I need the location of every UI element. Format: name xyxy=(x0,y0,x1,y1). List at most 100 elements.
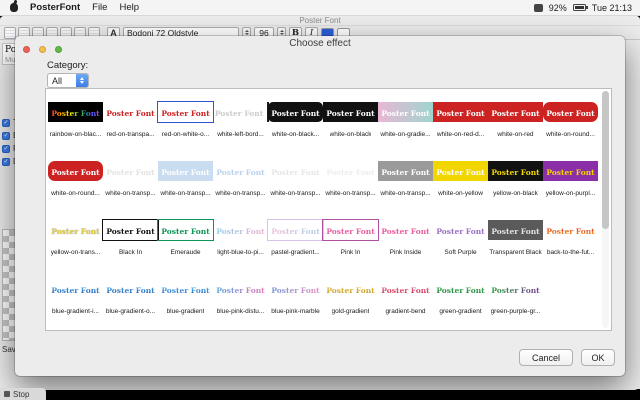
effect-item[interactable]: Poster Font white-on-black xyxy=(323,91,378,150)
effect-item[interactable]: Poster Font white-on-black... xyxy=(268,91,323,150)
effect-label: Black In xyxy=(118,249,143,256)
effect-item[interactable]: Poster Font white-on-yellow xyxy=(433,150,488,209)
effect-sample-text: Poster Font xyxy=(271,285,320,295)
effect-preview-box: Poster Font xyxy=(103,102,157,122)
effect-item[interactable]: Poster Font green-gradient xyxy=(433,268,488,327)
effect-item[interactable]: Poster Font blue-pink-distu... xyxy=(213,268,268,327)
effect-preview-box: Poster Font xyxy=(322,218,379,242)
effect-preview-box: Poster Font xyxy=(323,101,378,123)
effect-item[interactable]: Poster Font white-on-transp... xyxy=(378,150,433,209)
effect-preview-box: Poster Font xyxy=(488,101,543,123)
effect-item[interactable]: Poster Font light-blue-to-pi... xyxy=(213,209,268,268)
effect-item[interactable]: Poster Font yellow-on-purpl... xyxy=(543,150,598,209)
effect-item[interactable]: Poster Font gold-gradient xyxy=(323,268,378,327)
effect-sample-text: Poster Font xyxy=(216,285,265,295)
effect-preview: Poster Font xyxy=(322,213,379,247)
effect-preview-box: Poster Font xyxy=(268,279,322,299)
effect-preview: Poster Font xyxy=(378,154,433,188)
effect-preview-box: Poster Font xyxy=(433,160,488,182)
effect-preview: Poster Font xyxy=(157,95,214,129)
effect-item[interactable]: Poster Font yellow-on-black xyxy=(488,150,543,209)
category-value: All xyxy=(52,75,63,86)
effect-item[interactable]: Poster Font red-on-transpa... xyxy=(103,91,158,150)
effect-item[interactable]: Poster Font Pink In xyxy=(322,209,379,268)
new-document-icon[interactable] xyxy=(4,26,16,39)
effect-item[interactable]: Poster Font white-on-gradie... xyxy=(378,91,433,150)
effect-preview-box: Poster Font xyxy=(103,279,157,299)
effect-label: white-on-round... xyxy=(546,131,595,138)
battery-icon[interactable] xyxy=(572,4,588,11)
effect-item[interactable]: Poster Font white-on-round... xyxy=(543,91,598,150)
menu-bar-left: PosterFont File Help xyxy=(0,2,151,13)
effect-label: white-on-red-d... xyxy=(436,131,485,138)
vertical-scrollbar[interactable] xyxy=(602,91,609,328)
effect-item[interactable]: Poster Font blue-gradient xyxy=(158,268,213,327)
effect-label: white-on-round... xyxy=(51,190,100,197)
effect-sample-text: Poster Font xyxy=(491,226,540,236)
effects-panel: Poster Font rainbow-on-blac... Poster Font… xyxy=(45,88,612,331)
effect-preview: Poster Font xyxy=(488,272,542,306)
checkbox[interactable]: ✓ xyxy=(2,157,10,166)
menu-help[interactable]: Help xyxy=(119,2,139,13)
effect-preview-box: Poster Font xyxy=(102,218,159,242)
effect-item[interactable]: Poster Font white-on-transp... xyxy=(323,150,378,209)
effect-item[interactable]: Poster Font white-left-bord... xyxy=(212,91,270,150)
effect-sample-text: Poster Font xyxy=(161,167,210,177)
effect-label: white-on-transp... xyxy=(380,190,431,197)
effect-item[interactable]: Poster Font blue-pink-marble xyxy=(268,268,323,327)
effect-preview-box: Poster Font xyxy=(433,220,487,240)
effect-item[interactable]: Poster Font white-on-red-d... xyxy=(433,91,488,150)
effect-item[interactable]: Poster Font white-on-red xyxy=(488,91,543,150)
scrollbar-thumb[interactable] xyxy=(602,91,609,229)
effect-item[interactable]: Poster Font white-on-transp... xyxy=(268,150,323,209)
effect-item[interactable]: Poster Font white-on-transp... xyxy=(213,150,268,209)
effect-item[interactable]: Poster Font white-on-round... xyxy=(48,150,103,209)
menu-file[interactable]: File xyxy=(92,2,107,13)
effect-preview: Poster Font xyxy=(323,272,377,306)
effect-label: pastel-gradient... xyxy=(271,249,320,256)
effect-item[interactable]: Poster Font gradient-bend xyxy=(378,268,433,327)
menu-extra-icon[interactable] xyxy=(533,3,543,12)
apple-menu-icon[interactable] xyxy=(10,3,18,12)
effect-sample-text: Poster Font xyxy=(491,167,540,177)
checkbox[interactable]: ✓ xyxy=(2,118,10,127)
effect-preview: Poster Font xyxy=(212,95,270,129)
effect-item[interactable]: Poster Font blue-gradient-o... xyxy=(103,268,158,327)
effect-sample-text: Poster Font xyxy=(381,226,430,236)
effect-preview: Poster Font xyxy=(103,272,157,306)
effect-sample-text: Poster Font xyxy=(436,285,485,295)
effect-item[interactable]: Poster Font blue-gradient-i... xyxy=(48,268,103,327)
menu-app-name[interactable]: PosterFont xyxy=(30,2,80,13)
effect-item[interactable]: Poster Font yellow-on-trans... xyxy=(48,209,103,268)
cancel-button[interactable]: Cancel xyxy=(519,349,573,366)
minimize-button[interactable] xyxy=(39,46,46,53)
zoom-button[interactable] xyxy=(55,46,62,53)
effect-item[interactable]: Poster Font Transparent Black xyxy=(488,209,543,268)
effect-item[interactable]: Poster Font green-purple-gr... xyxy=(488,268,543,327)
category-select[interactable]: All xyxy=(47,73,89,88)
effect-item[interactable]: Poster Font back-to-the-fut... xyxy=(543,209,598,268)
menu-clock[interactable]: Tue 21:13 xyxy=(592,3,632,13)
effect-sample-text: Poster Font xyxy=(491,108,540,118)
ok-button[interactable]: OK xyxy=(581,349,615,366)
effect-item[interactable]: Poster Font pastel-gradient... xyxy=(267,209,324,268)
effect-item[interactable]: Poster Font Black In xyxy=(102,209,159,268)
effect-preview: Poster Font xyxy=(213,154,267,188)
effect-label: Pink In xyxy=(340,249,361,256)
window-title-bar[interactable]: Poster Font xyxy=(0,16,640,26)
effect-item[interactable]: Poster Font Pink Inside xyxy=(378,209,433,268)
effect-preview: Poster Font xyxy=(378,95,433,129)
effect-item[interactable]: Poster Font rainbow-on-blac... xyxy=(48,91,103,150)
effect-item[interactable]: Poster Font red-on-white-o... xyxy=(157,91,214,150)
stop-button[interactable]: Stop xyxy=(13,390,29,399)
effect-item[interactable]: Poster Font white-on-transp... xyxy=(103,150,158,209)
checkbox[interactable]: ✓ xyxy=(2,144,10,153)
effect-preview-box: Poster Font xyxy=(48,279,102,299)
effect-item[interactable]: Poster Font white-on-transp... xyxy=(158,150,213,209)
effect-preview-box: Poster Font xyxy=(378,220,432,240)
effect-item[interactable]: Poster Font Soft Purple xyxy=(433,209,488,268)
effect-item[interactable]: Poster Font Emeraude xyxy=(157,209,214,268)
effect-label: blue-gradient-o... xyxy=(105,308,156,315)
checkbox[interactable]: ✓ xyxy=(2,131,10,140)
close-button[interactable] xyxy=(23,46,30,53)
